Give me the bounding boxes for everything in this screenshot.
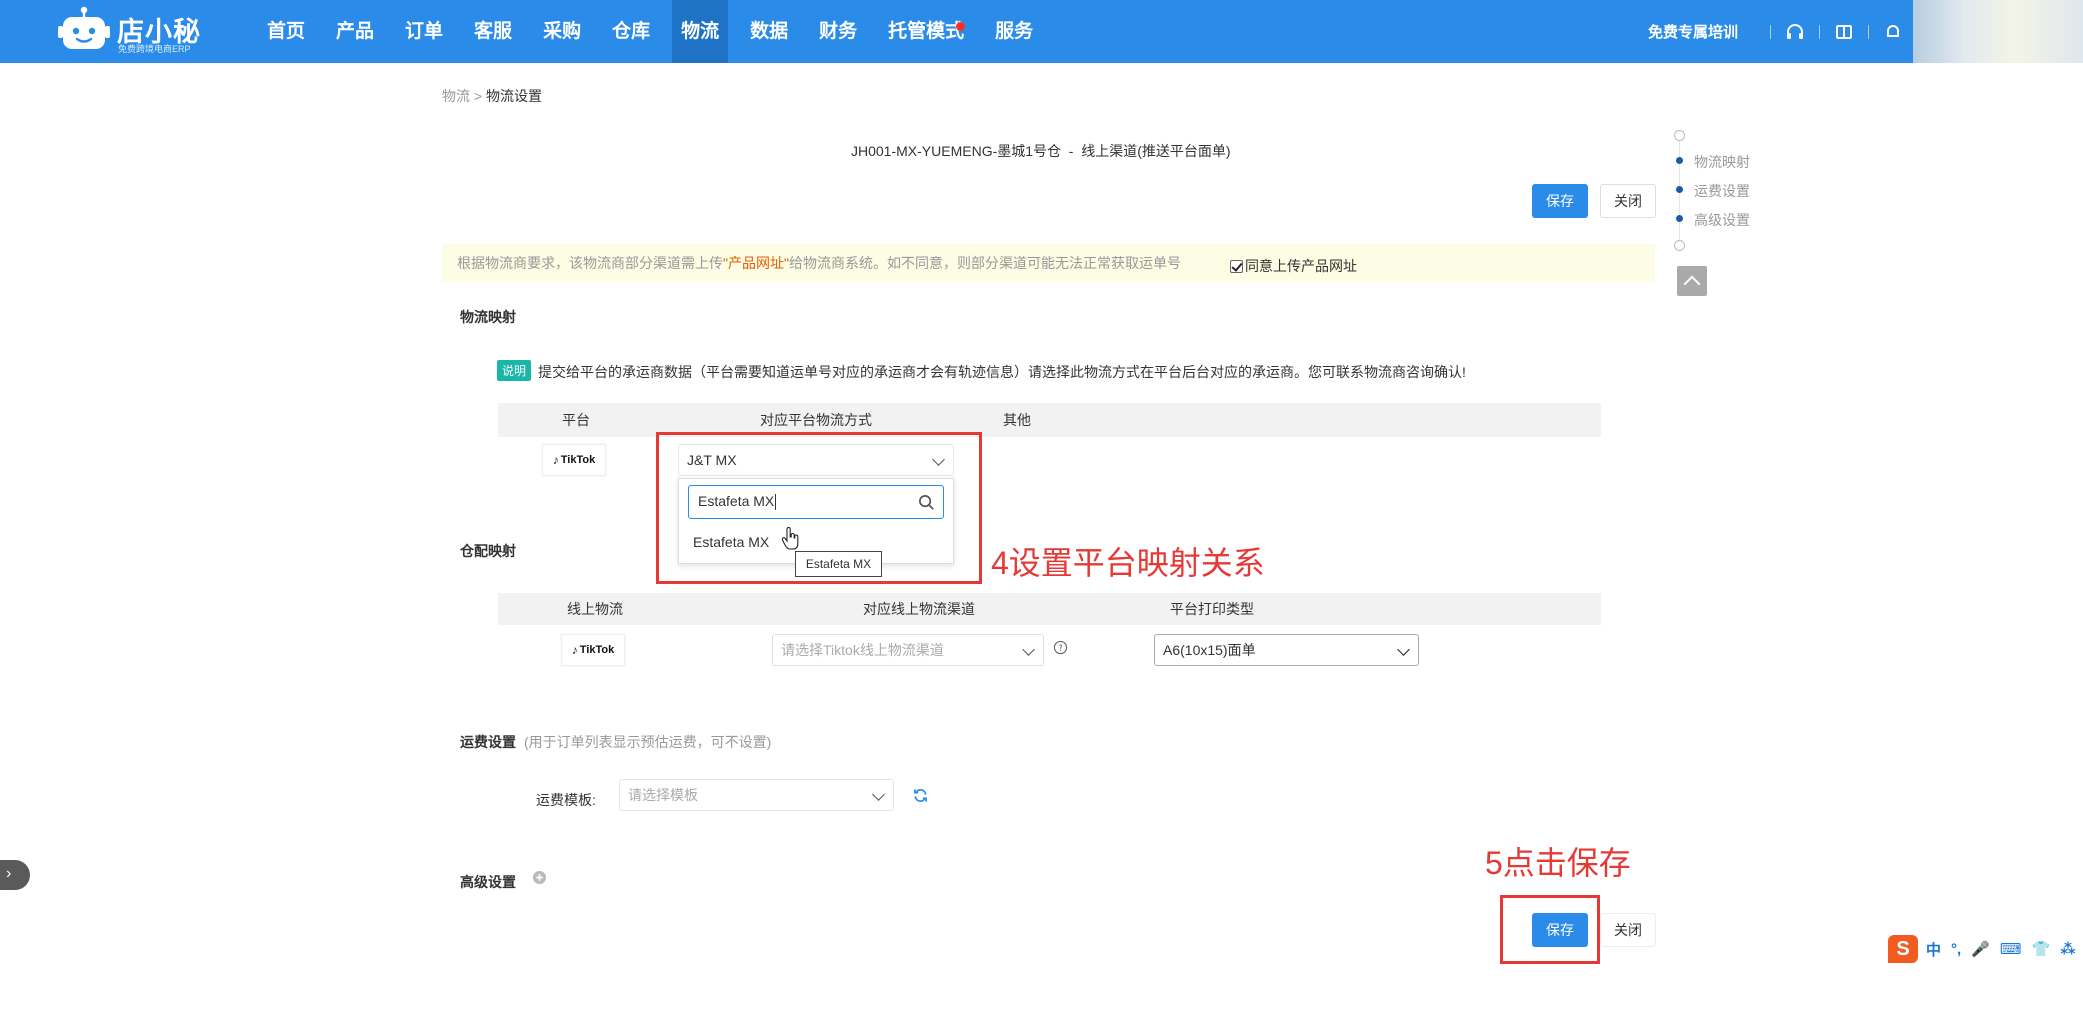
warehouse-mapping-title: 仓配映射	[460, 543, 516, 559]
save-button-top[interactable]: 保存	[1532, 184, 1588, 218]
nav-item-purchasing[interactable]: 采购	[534, 0, 590, 63]
annotation-box-step4	[656, 432, 982, 584]
notice-prefix: 根据物流商要求，该物流商部分渠道需上传	[457, 255, 723, 271]
nav-item-services[interactable]: 服务	[986, 0, 1042, 63]
anchor-start-ring	[1674, 130, 1685, 141]
header-other: 其他	[1003, 412, 1031, 428]
header-online-channel: 对应线上物流渠道	[863, 601, 975, 617]
breadcrumb: 物流 > 物流设置	[442, 86, 542, 106]
nav-item-logistics[interactable]: 物流	[672, 0, 729, 63]
nav-item-home[interactable]: 首页	[258, 0, 314, 63]
help-icon[interactable]: ?	[1053, 640, 1068, 655]
main-nav: 首页 产品 订单 客服 采购 仓库 物流 数据 财务 托管模式 服务	[258, 0, 1055, 63]
anchor-end-ring	[1674, 240, 1685, 251]
tiktok-logo-text: TikTok	[560, 454, 596, 466]
explain-badge: 说明	[497, 360, 532, 381]
blurred-user-area[interactable]	[1913, 0, 2083, 63]
freight-title: 运费设置	[460, 734, 516, 750]
robot-logo-icon[interactable]	[58, 6, 110, 52]
tiktok-logo: ♪ TikTok	[542, 444, 606, 476]
tiktok-logo: ♪ TikTok	[561, 634, 625, 666]
freight-template-placeholder: 请选择模板	[628, 787, 698, 803]
breadcrumb-parent[interactable]: 物流	[442, 88, 470, 104]
advanced-settings-title: 高级设置	[460, 874, 516, 890]
skin-icon[interactable]: 👕	[2032, 940, 2051, 958]
chevron-down-icon	[872, 788, 885, 801]
freight-hint: (用于订单列表显示预估运费，可不设置)	[524, 734, 772, 750]
toolbox-icon[interactable]: ⁂	[2060, 940, 2075, 958]
header-print-type: 平台打印类型	[1170, 601, 1254, 617]
logistics-mapping-explain: 提交给平台的承运商数据（平台需要知道运单号对应的承运商才会有轨迹信息）请选择此物…	[538, 364, 1466, 380]
back-to-top-button[interactable]	[1677, 266, 1707, 296]
tiktok-note-icon: ♪	[552, 453, 559, 467]
ime-toolbar: S 中 °, 🎤 ⌨ 👕 ⁂	[1888, 932, 2083, 966]
anchor-dot	[1676, 215, 1683, 222]
anchor-freight-settings[interactable]: 运费设置	[1694, 181, 1750, 201]
nav-item-data[interactable]: 数据	[741, 0, 797, 63]
warehouse-mapping-table-header: 线上物流 对应线上物流渠道 平台打印类型	[498, 593, 1601, 625]
nav-item-hosting-mode[interactable]: 托管模式	[879, 0, 973, 63]
top-nav-bar: 店小秘 免费跨境电商ERP 首页 产品 订单 客服 采购 仓库 物流 数据 财务…	[0, 0, 2083, 63]
nav-item-customer-service[interactable]: 客服	[465, 0, 521, 63]
nav-divider	[1819, 24, 1820, 39]
logistics-mapping-title: 物流映射	[460, 309, 516, 325]
expand-plus-icon[interactable]	[532, 870, 547, 885]
nav-right-tools: 免费专属培训	[1648, 0, 2083, 63]
chevron-down-icon	[1022, 643, 1035, 656]
freight-template-label: 运费模板:	[536, 792, 596, 808]
close-button-bottom[interactable]: 关闭	[1600, 913, 1656, 947]
nav-divider	[1868, 24, 1869, 39]
ime-punctuation[interactable]: °,	[1951, 941, 1961, 958]
upload-url-notice: 根据物流商要求，该物流商部分渠道需上传"产品网址"给物流商系统。如不同意，则部分…	[442, 244, 1655, 282]
freight-template-select[interactable]: 请选择模板	[619, 779, 894, 811]
nav-item-orders[interactable]: 订单	[396, 0, 452, 63]
sidebar-expand-toggle[interactable]: ›	[0, 860, 30, 890]
chevron-down-icon	[1397, 643, 1410, 656]
anchor-logistics-mapping[interactable]: 物流映射	[1694, 152, 1750, 172]
agree-upload-label: 同意上传产品网址	[1245, 258, 1357, 274]
nav-divider	[1770, 24, 1771, 39]
anchor-dot	[1676, 157, 1683, 164]
annotation-step5: 5点击保存	[1485, 845, 1631, 881]
nav-item-hosting-mode-label: 托管模式	[888, 21, 965, 42]
book-icon[interactable]	[1834, 22, 1854, 42]
breadcrumb-current: 物流设置	[485, 88, 542, 104]
refresh-icon[interactable]	[912, 787, 929, 804]
print-type-selected: A6(10x15)面单	[1163, 642, 1256, 658]
page-title: JH001-MX-YUEMENG-墨城1号仓 - 线上渠道(推送平台面单)	[851, 143, 1231, 159]
ime-chinese-mode[interactable]: 中	[1926, 939, 1941, 960]
print-type-select[interactable]: A6(10x15)面单	[1154, 634, 1419, 666]
breadcrumb-separator: >	[473, 88, 483, 104]
bell-icon[interactable]	[1883, 22, 1903, 42]
keyboard-icon[interactable]: ⌨	[2000, 940, 2022, 958]
nav-item-finance[interactable]: 财务	[810, 0, 866, 63]
svg-text:?: ?	[1058, 643, 1062, 653]
header-online-logistics: 线上物流	[567, 601, 623, 617]
freight-settings-title: 运费设置 (用于订单列表显示预估运费，可不设置)	[460, 732, 771, 752]
nav-item-warehouse[interactable]: 仓库	[603, 0, 659, 63]
checkbox-checked-icon[interactable]	[1230, 259, 1243, 273]
anchor-advanced-settings[interactable]: 高级设置	[1694, 210, 1750, 230]
microphone-icon[interactable]: 🎤	[1971, 940, 1990, 958]
online-channel-select[interactable]: 请选择Tiktok线上物流渠道	[772, 634, 1044, 666]
notice-suffix: 给物流商系统。如不同意，则部分渠道可能无法正常获取运单号	[788, 255, 1181, 271]
headset-icon[interactable]	[1785, 22, 1805, 42]
tiktok-logo-text: TikTok	[579, 644, 615, 656]
annotation-box-step5	[1500, 895, 1600, 964]
notice-product-url-link: "产品网址"	[723, 255, 789, 271]
sogou-ime-icon[interactable]: S	[1888, 935, 1918, 963]
close-button-top[interactable]: 关闭	[1600, 184, 1656, 218]
tiktok-note-icon: ♪	[571, 643, 578, 657]
header-platform: 平台	[562, 412, 590, 428]
online-channel-placeholder: 请选择Tiktok线上物流渠道	[781, 642, 944, 658]
agree-upload-checkbox[interactable]: 同意上传产品网址	[1230, 256, 1357, 276]
annotation-step4: 4设置平台映射关系	[991, 545, 1265, 581]
logo-subtitle: 免费跨境电商ERP	[118, 44, 191, 54]
free-training-link[interactable]: 免费专属培训	[1648, 21, 1738, 42]
nav-item-products[interactable]: 产品	[327, 0, 383, 63]
anchor-dot	[1676, 186, 1683, 193]
